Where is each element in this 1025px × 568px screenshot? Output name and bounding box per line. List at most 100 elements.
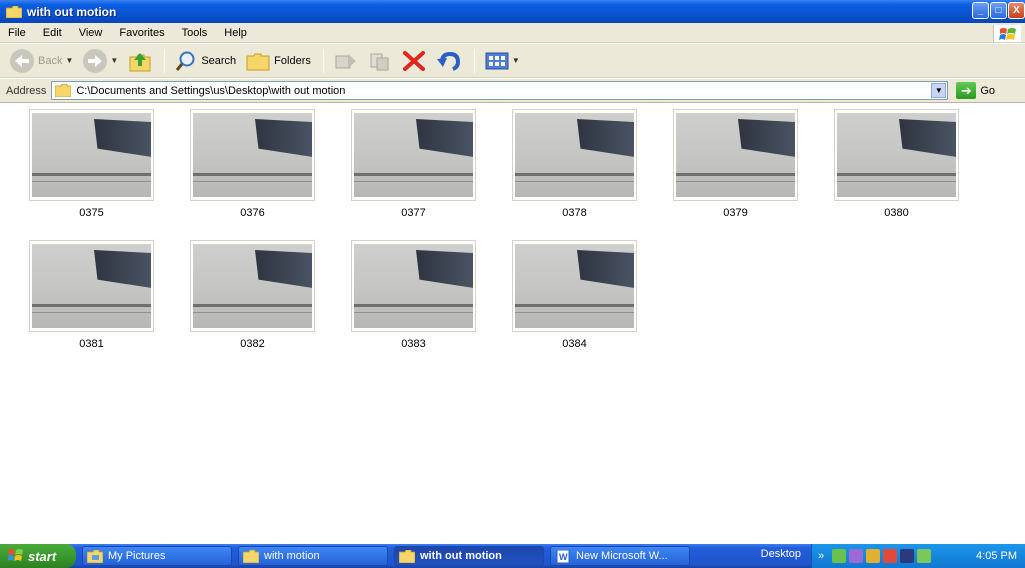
thumbnail-image: [32, 113, 151, 197]
menu-tools[interactable]: Tools: [182, 27, 208, 39]
minimize-button[interactable]: _: [972, 2, 989, 19]
address-dropdown-button[interactable]: ▼: [931, 83, 947, 98]
chevron-down-icon: ▼: [511, 56, 520, 65]
delete-icon: [402, 50, 425, 71]
move-to-button[interactable]: [330, 47, 362, 75]
views-icon: [485, 52, 509, 69]
copy-to-button[interactable]: [364, 47, 396, 75]
display-icon[interactable]: [900, 549, 915, 563]
thumbnail-item[interactable]: 0376: [190, 109, 315, 219]
move-to-icon: [335, 53, 356, 68]
chevron-down-icon: ▼: [110, 56, 119, 65]
task-label: with out motion: [420, 550, 502, 562]
menu-bar: File Edit View Favorites Tools Help: [0, 23, 1025, 43]
task-my-pictures[interactable]: My Pictures: [82, 546, 232, 566]
address-label: Address: [6, 84, 47, 97]
windows-flag-icon: [8, 549, 23, 561]
task-label: My Pictures: [108, 550, 166, 562]
title-bar[interactable]: with out motion _ □ X: [0, 0, 1025, 23]
task-with-out-motion[interactable]: with out motion: [394, 546, 544, 566]
taskbar: start My Pictures with motion with out m…: [0, 544, 1025, 568]
folder-icon: [6, 5, 22, 18]
address-input[interactable]: C:\Documents and Settings\us\Desktop\wit…: [51, 81, 949, 100]
forward-arrow-icon: [83, 48, 108, 73]
thumbnail-item[interactable]: 0380: [834, 109, 959, 219]
file-name: 0378: [562, 207, 587, 219]
up-folder-icon: [129, 52, 151, 71]
system-tray: » 4:05 PM: [811, 544, 1025, 568]
expand-tray-icon[interactable]: »: [818, 550, 824, 562]
security-icon[interactable]: [883, 549, 898, 563]
go-label: Go: [980, 84, 996, 97]
task-with-motion[interactable]: with motion: [238, 546, 388, 566]
volume-icon[interactable]: [866, 549, 881, 563]
file-name: 0380: [884, 207, 909, 219]
thumbnail-image: [515, 113, 634, 197]
thumbnail-image: [515, 244, 634, 328]
menu-favorites[interactable]: Favorites: [119, 27, 164, 39]
window-title: with out motion: [27, 4, 117, 19]
clock[interactable]: 4:05 PM: [976, 550, 1017, 562]
folder-icon: [243, 549, 259, 563]
thumbnail-frame: [512, 109, 637, 201]
undo-icon: [436, 51, 460, 71]
address-bar: Address C:\Documents and Settings\us\Des…: [0, 79, 1025, 103]
folders-icon: [246, 53, 270, 70]
thumbnail-frame: [190, 109, 315, 201]
desktop-toolbar-label[interactable]: Desktop: [761, 548, 801, 560]
address-path: C:\Documents and Settings\us\Desktop\wit…: [76, 84, 346, 97]
thumbnail-image: [193, 113, 312, 197]
network-icon[interactable]: [832, 549, 847, 563]
thumbnail-image: [354, 244, 473, 328]
menu-edit[interactable]: Edit: [43, 27, 62, 39]
thumbnail-image: [837, 113, 956, 197]
start-button[interactable]: start: [0, 544, 76, 568]
search-button[interactable]: Search: [171, 47, 240, 75]
toolbar-separator: [473, 48, 475, 73]
thumbnail-image: [676, 113, 795, 197]
word-document-icon: W: [556, 549, 570, 563]
task-label: with motion: [264, 550, 320, 562]
up-folder-button[interactable]: [124, 47, 156, 75]
thumbnail-item[interactable]: 0378: [512, 109, 637, 219]
thumbnail-image: [193, 244, 312, 328]
delete-button[interactable]: [398, 47, 430, 75]
thumbnail-item[interactable]: 0384: [512, 240, 637, 350]
menu-file[interactable]: File: [8, 27, 26, 39]
messenger-icon[interactable]: [849, 549, 864, 563]
thumbnail-item[interactable]: 0375: [29, 109, 154, 219]
file-name: 0375: [79, 207, 104, 219]
maximize-button[interactable]: □: [990, 2, 1007, 19]
folders-button[interactable]: Folders: [242, 47, 315, 75]
thumbnail-frame: [29, 109, 154, 201]
file-name: 0376: [240, 207, 265, 219]
chevron-down-icon: ▼: [65, 56, 74, 65]
file-view[interactable]: 0375 0376 0377 0378 0379 0380 0381 0382 …: [10, 104, 1025, 544]
views-button[interactable]: ▼: [481, 47, 524, 75]
forward-button[interactable]: ▼: [79, 47, 122, 75]
thumbnail-item[interactable]: 0379: [673, 109, 798, 219]
menu-help[interactable]: Help: [224, 27, 247, 39]
update-icon[interactable]: [917, 549, 932, 563]
windows-logo-icon: [993, 25, 1021, 42]
undo-button[interactable]: [432, 47, 466, 75]
thumbnail-frame: [190, 240, 315, 332]
file-name: 0381: [79, 338, 104, 350]
file-name: 0377: [401, 207, 426, 219]
task-word-document[interactable]: W New Microsoft W...: [550, 546, 690, 566]
svg-text:W: W: [559, 552, 568, 562]
go-button[interactable]: ➔ Go: [956, 82, 995, 99]
thumbnail-item[interactable]: 0382: [190, 240, 315, 350]
go-arrow-icon: ➔: [956, 82, 977, 99]
close-button[interactable]: X: [1008, 2, 1025, 19]
thumbnail-item[interactable]: 0377: [351, 109, 476, 219]
thumbnail-item[interactable]: 0383: [351, 240, 476, 350]
folder-icon: [399, 549, 415, 563]
thumbnail-item[interactable]: 0381: [29, 240, 154, 350]
thumbnail-frame: [512, 240, 637, 332]
menu-view[interactable]: View: [79, 27, 103, 39]
search-label: Search: [201, 54, 237, 67]
search-icon: [176, 51, 195, 71]
back-button[interactable]: Back ▼: [6, 47, 77, 75]
thumbnail-image: [32, 244, 151, 328]
